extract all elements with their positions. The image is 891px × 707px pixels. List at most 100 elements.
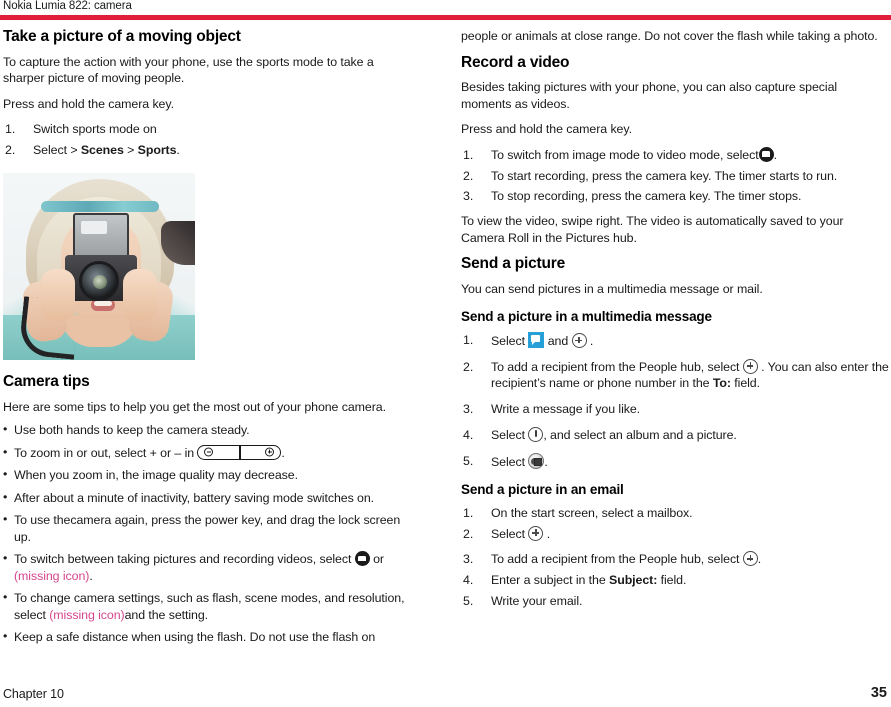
step-text: To stop recording, press the camera key.… bbox=[491, 189, 802, 204]
step-text-after: . bbox=[543, 526, 551, 541]
step-text: Select bbox=[491, 427, 529, 442]
list-item: To add a recipient from the People hub, … bbox=[461, 358, 889, 392]
list-item: To change camera settings, such as flash… bbox=[3, 589, 418, 623]
step-text: Select bbox=[491, 526, 529, 541]
record-video-intro: Besides taking pictures with your phone,… bbox=[461, 80, 838, 111]
send-picture-heading: Send a picture bbox=[461, 255, 566, 273]
page-number: 35 bbox=[870, 685, 887, 701]
list-item: Enter a subject in the Subject: field. bbox=[461, 572, 889, 589]
add-icon bbox=[571, 332, 587, 348]
mms-heading: Send a picture in a multimedia message bbox=[461, 309, 712, 325]
to-field-label: To: bbox=[712, 376, 731, 391]
camera-photo bbox=[3, 172, 195, 360]
page-title: Take a picture of a moving object bbox=[3, 28, 241, 45]
tip-text: When you zoom in, the image quality may … bbox=[14, 468, 298, 483]
step-text-after: . bbox=[757, 552, 762, 567]
tip-text-mid: or bbox=[369, 552, 384, 567]
record-video-heading: Record a video bbox=[461, 53, 570, 71]
step-text-after: . bbox=[544, 454, 548, 469]
list-item: To stop recording, press the camera key.… bbox=[461, 188, 889, 205]
zoom-divider bbox=[239, 445, 242, 459]
camera-tips-list: Use both hands to keep the camera steady… bbox=[3, 421, 418, 646]
list-item: To add a recipient from the People hub, … bbox=[461, 551, 889, 568]
list-item: Use both hands to keep the camera steady… bbox=[3, 421, 418, 439]
zoom-out-icon bbox=[204, 447, 214, 457]
add-icon bbox=[742, 358, 758, 374]
step-text-after: field. bbox=[730, 376, 760, 391]
list-item: Keep a safe distance when using the flas… bbox=[3, 628, 418, 646]
intro-paragraph: To capture the action with your phone, u… bbox=[3, 54, 374, 86]
step-text: Write a message if you like. bbox=[491, 402, 641, 417]
missing-icon-placeholder: (missing icon) bbox=[49, 607, 125, 622]
menu-scenes: Scenes bbox=[80, 143, 124, 158]
list-item: Switch sports mode on bbox=[3, 121, 418, 138]
email-steps: On the start screen, select a mailbox. S… bbox=[461, 505, 889, 610]
record-press-hold: Press and hold the camera key. bbox=[461, 122, 632, 137]
photo-hand-right bbox=[123, 268, 157, 321]
zoom-slider-icon bbox=[197, 444, 282, 460]
left-column: Take a picture of a moving object To cap… bbox=[3, 28, 418, 652]
list-item: Select and . bbox=[461, 331, 889, 350]
photo-hand-left bbox=[41, 268, 75, 321]
tip-text: Keep a safe distance when using the flas… bbox=[14, 630, 376, 645]
list-item: To zoom in or out, select + or – in . bbox=[3, 444, 418, 462]
step-text: Select bbox=[491, 454, 529, 469]
list-item: To switch from image mode to video mode,… bbox=[461, 146, 889, 164]
list-item: To start recording, press the camera key… bbox=[461, 168, 889, 185]
list-item: To switch between taking pictures and re… bbox=[3, 550, 418, 584]
mms-steps: Select and . To add a recipient from the… bbox=[461, 331, 889, 470]
step-text: Select bbox=[491, 333, 529, 348]
list-item: Select > Scenes > Sports. bbox=[3, 142, 418, 159]
step-text: To start recording, press the camera key… bbox=[491, 168, 838, 183]
messaging-icon bbox=[528, 331, 545, 348]
tip-text-after: and the setting. bbox=[124, 607, 209, 622]
step-text: Enter a subject in the bbox=[491, 572, 610, 587]
list-item: After about a minute of inactivity, batt… bbox=[3, 489, 418, 507]
step-text: To add a recipient from the People hub, … bbox=[491, 359, 743, 374]
tip-text-after: . bbox=[89, 568, 93, 583]
list-item: Select , and select an album and a pictu… bbox=[461, 426, 889, 444]
list-item: When you zoom in, the image quality may … bbox=[3, 466, 418, 484]
footer-chapter: Chapter 10 bbox=[3, 687, 64, 701]
tip-text: To use thecamera again, press the power … bbox=[14, 513, 401, 544]
step-prefix: Select > bbox=[33, 143, 81, 158]
add-icon bbox=[528, 525, 544, 541]
accent-rule bbox=[0, 15, 891, 20]
list-item: Write a message if you like. bbox=[461, 401, 889, 418]
send-picture-intro: You can send pictures in a multimedia me… bbox=[461, 281, 763, 296]
camera-tips-heading: Camera tips bbox=[3, 372, 90, 390]
photo-camera-lens bbox=[79, 260, 119, 301]
continuation-paragraph: people or animals at close range. Do not… bbox=[461, 29, 878, 43]
record-video-note: To view the video, swipe right. The vide… bbox=[461, 214, 844, 245]
camera-tips-intro: Here are some tips to help you get the m… bbox=[3, 399, 386, 414]
step-suffix: . bbox=[176, 143, 180, 158]
step-text-after: field. bbox=[657, 572, 687, 587]
missing-icon-placeholder: (missing icon) bbox=[14, 568, 90, 583]
video-mode-icon bbox=[354, 551, 370, 567]
video-mode-icon bbox=[758, 146, 774, 162]
tip-text: Use both hands to keep the camera steady… bbox=[14, 423, 250, 438]
step-text: To switch from image mode to video mode,… bbox=[491, 147, 759, 162]
photo-camera-flash bbox=[73, 212, 129, 259]
list-item: To use thecamera again, press the power … bbox=[3, 511, 418, 545]
attach-icon bbox=[528, 426, 544, 442]
zoom-in-icon bbox=[265, 447, 275, 457]
tip-text: To zoom in or out, select + or – in bbox=[14, 445, 198, 460]
right-column: people or animals at close range. Do not… bbox=[461, 28, 889, 617]
press-hold-paragraph: Press and hold the camera key. bbox=[3, 96, 174, 111]
list-item: On the start screen, select a mailbox. bbox=[461, 505, 889, 522]
step-text: Write your email. bbox=[491, 593, 583, 608]
document-page: Nokia Lumia 822: camera Take a picture o… bbox=[0, 0, 891, 707]
step-text: To add a recipient from the People hub, … bbox=[491, 552, 743, 567]
step-text: Switch sports mode on bbox=[33, 122, 157, 137]
record-video-steps: To switch from image mode to video mode,… bbox=[461, 146, 889, 205]
tip-text: After about a minute of inactivity, batt… bbox=[14, 490, 375, 505]
step-text: On the start screen, select a mailbox. bbox=[491, 505, 693, 520]
add-icon bbox=[742, 551, 758, 567]
tip-text-after: . bbox=[281, 445, 285, 460]
sports-mode-steps: Switch sports mode on Select > Scenes > … bbox=[3, 121, 418, 158]
step-text-after: . bbox=[773, 147, 777, 162]
step-text-after: . bbox=[586, 333, 594, 348]
step-text-after: , and select an album and a picture. bbox=[543, 427, 737, 442]
step-separator: > bbox=[123, 143, 138, 158]
